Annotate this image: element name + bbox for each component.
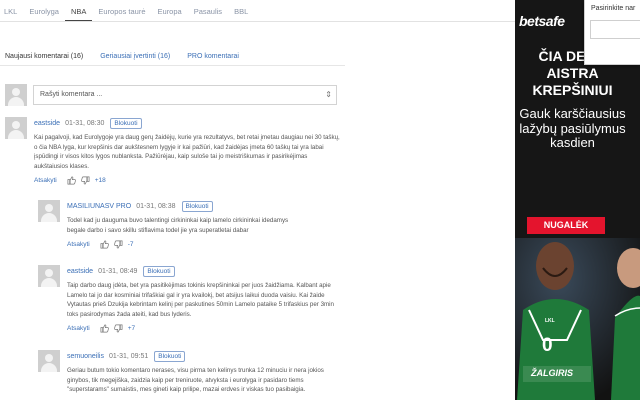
comment-score: +7 bbox=[127, 325, 136, 332]
avatar bbox=[5, 84, 27, 106]
reply-link[interactable]: Atsakyti bbox=[67, 325, 90, 332]
nav-item-eurolyga[interactable]: Eurolyga bbox=[23, 7, 65, 21]
nav-item-europos-taure[interactable]: Europos taurė bbox=[92, 7, 151, 21]
nav-item-lkl[interactable]: LKL bbox=[0, 7, 23, 21]
block-button[interactable]: Blokuoti bbox=[143, 265, 175, 277]
write-comment-row: Rašyti komentara ... ⇕ bbox=[5, 82, 337, 108]
thumbs-down-icon[interactable] bbox=[113, 240, 124, 249]
comment: eastside 01-31, 08:30 Blokuoti Kai pagal… bbox=[5, 117, 340, 185]
avatar bbox=[38, 200, 60, 222]
comment-text: Kai pagalvoji, kad Eurolygoje yra daug g… bbox=[34, 134, 340, 170]
nav-item-pasaulis[interactable]: Pasaulis bbox=[188, 7, 228, 21]
lkl-patch: LKL bbox=[545, 318, 555, 324]
thumbs-up-icon[interactable] bbox=[67, 176, 77, 185]
search-popup-input[interactable] bbox=[590, 20, 640, 39]
avatar bbox=[38, 265, 60, 287]
comment-reply: semuoneilis 01-31, 09:51 Blokuoti Geriau… bbox=[38, 350, 340, 395]
comment-reply: MASILIUNASV PRO 01-31, 08:38 Blokuoti To… bbox=[38, 200, 340, 249]
nav-item-europa[interactable]: Europa bbox=[152, 7, 188, 21]
nav-item-bbl[interactable]: BBL bbox=[228, 7, 254, 21]
tab-newest-comments[interactable]: Naujausi komentarai (16) bbox=[5, 53, 83, 60]
comment-input-placeholder: Rašyti komentara ... bbox=[40, 91, 103, 98]
comment-score: +18 bbox=[94, 177, 106, 184]
reply-link[interactable]: Atsakyti bbox=[34, 177, 57, 184]
nav-item-nba[interactable]: NBA bbox=[64, 7, 93, 21]
ad-subheadline: Gauk karščiausius lažybų pasiūlymus kasd… bbox=[519, 106, 626, 150]
avatar bbox=[5, 117, 27, 139]
comment-author[interactable]: semuoneilis bbox=[67, 353, 104, 360]
jersey-number: 0 bbox=[542, 335, 553, 356]
betsafe-logo: betsafe bbox=[519, 13, 565, 29]
tab-pro-comments[interactable]: PRO komentarai bbox=[187, 53, 239, 60]
search-popup-label: Pasirinkite nar bbox=[591, 5, 636, 12]
comment-date: 01-31, 09:51 bbox=[108, 352, 149, 360]
reply-link[interactable]: Atsakyti bbox=[67, 241, 90, 248]
tab-best-rated[interactable]: Geriausiai įvertinti (16) bbox=[100, 53, 170, 60]
tabs-divider bbox=[0, 65, 345, 66]
block-button[interactable]: Blokuoti bbox=[181, 200, 213, 212]
top-navigation: LKL Eurolyga NBA Europos taurė Europa Pa… bbox=[0, 0, 515, 22]
ad-cta-button[interactable]: NUGALĖK bbox=[527, 217, 605, 234]
block-button[interactable]: Blokuoti bbox=[154, 350, 186, 362]
block-button[interactable]: Blokuoti bbox=[110, 117, 142, 129]
comment-date: 01-31, 08:38 bbox=[136, 202, 176, 210]
thumbs-down-icon[interactable] bbox=[80, 176, 91, 185]
avatar bbox=[38, 350, 60, 372]
thumbs-down-icon[interactable] bbox=[113, 324, 124, 333]
comment-text: Geriau butum tokio komentaro nerases, vi… bbox=[67, 367, 324, 393]
resize-icon[interactable]: ⇕ bbox=[325, 89, 332, 101]
comment-input[interactable]: Rašyti komentara ... ⇕ bbox=[33, 85, 337, 105]
comment-date: 01-31, 08:30 bbox=[65, 119, 105, 127]
thumbs-up-icon[interactable] bbox=[100, 240, 110, 249]
comment-score: -7 bbox=[127, 241, 134, 248]
jersey-team-name: ŽALGIRIS bbox=[531, 368, 573, 378]
comment-tabs: Naujausi komentarai (16) Geriausiai įver… bbox=[5, 53, 256, 60]
comment-text: Taip darbo daug įdėta, bet yra pasitikėj… bbox=[67, 282, 334, 318]
comment-author[interactable]: MASILIUNASV PRO bbox=[67, 203, 131, 210]
comment-reply: eastside 01-31, 08:49 Blokuoti Taip darb… bbox=[38, 265, 340, 333]
comment-author[interactable]: eastside bbox=[67, 268, 93, 275]
search-popup: Pasirinkite nar bbox=[584, 0, 640, 65]
comment-date: 01-31, 08:49 bbox=[98, 267, 138, 275]
comment-author[interactable]: eastside bbox=[34, 120, 60, 127]
thumbs-up-icon[interactable] bbox=[100, 324, 110, 333]
comment-text: Todel kad ju dauguma buvo talentingi cir… bbox=[67, 217, 289, 234]
